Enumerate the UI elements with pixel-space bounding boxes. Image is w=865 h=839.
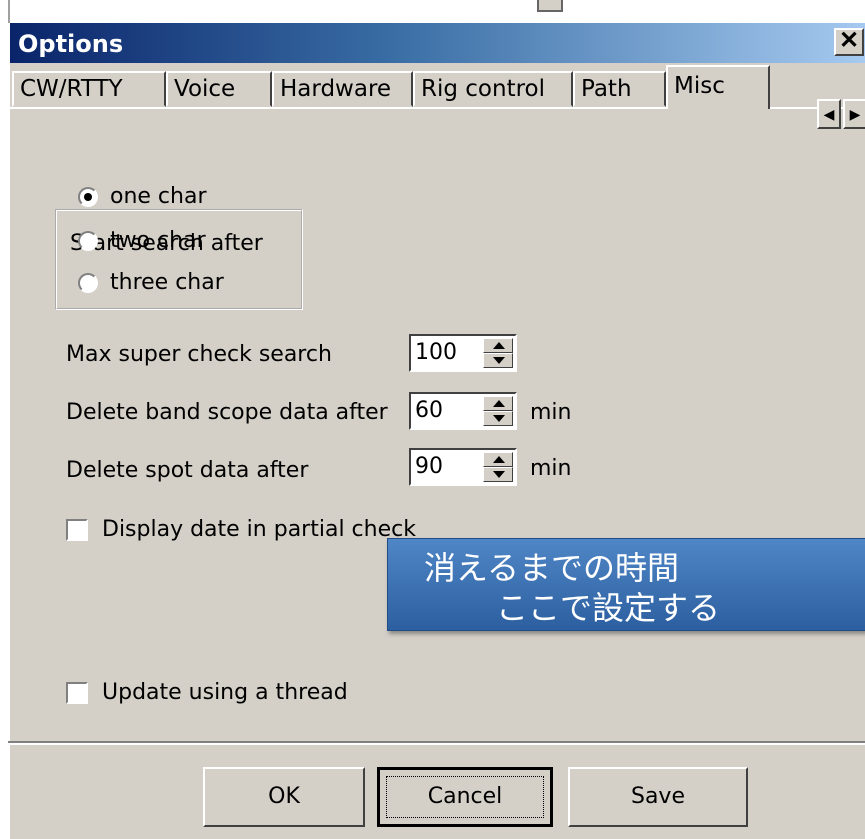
close-button[interactable]: ✕ (834, 28, 864, 56)
tab-cw-rtty[interactable]: CW/RTTY (12, 71, 166, 107)
radio-two-char[interactable]: two char (78, 228, 206, 253)
close-icon: ✕ (838, 27, 860, 54)
spinner-buttons[interactable] (483, 452, 513, 482)
spin-up-icon[interactable] (483, 396, 513, 411)
spinner-buttons[interactable] (483, 396, 513, 426)
tab-hardware[interactable]: Hardware (272, 71, 413, 107)
radio-circle (78, 230, 98, 251)
callout-line-2: ここで設定する (496, 589, 721, 627)
arrow-right-icon[interactable]: ▶ (843, 99, 865, 129)
cancel-button[interactable]: Cancel (377, 767, 553, 827)
tab-voice[interactable]: Voice (166, 71, 272, 107)
spin-up-icon[interactable] (483, 338, 513, 353)
spin-down-icon[interactable] (483, 411, 513, 426)
arrow-left-icon[interactable]: ◀ (817, 99, 841, 129)
focus-rect (386, 776, 544, 818)
spin-down-icon[interactable] (483, 353, 513, 368)
spot-data-spinner[interactable]: 90 (409, 448, 517, 486)
checkbox-box (66, 518, 88, 541)
background-grip (537, 0, 563, 12)
tab-scroll-arrows: ◀ ▶ (817, 99, 865, 129)
radio-three-char[interactable]: three char (78, 270, 224, 295)
window-edge (8, 0, 10, 23)
max-super-check-value[interactable]: 100 (415, 340, 457, 365)
max-super-check-spinner[interactable]: 100 (409, 334, 517, 372)
band-scope-unit: min (530, 400, 572, 425)
title-bar[interactable]: Options ✕ (10, 23, 865, 63)
update-thread-checkbox[interactable]: Update using a thread (66, 680, 348, 705)
tab-misc[interactable]: Misc (666, 65, 770, 109)
radio-one-char[interactable]: one char (78, 184, 207, 209)
tab-path[interactable]: Path (573, 71, 666, 107)
band-scope-spinner[interactable]: 60 (409, 392, 517, 430)
spot-data-value[interactable]: 90 (415, 454, 443, 479)
radio-circle (78, 186, 98, 207)
display-date-checkbox[interactable]: Display date in partial check (66, 517, 416, 542)
annotation-callout: 消えるまでの時間 ここで設定する (387, 538, 865, 631)
tab-strip: CW/RTTY Voice Hardware Rig control Path … (10, 65, 865, 129)
spinner-buttons[interactable] (483, 338, 513, 368)
save-button[interactable]: Save (568, 767, 748, 827)
radio-circle (78, 272, 98, 293)
options-dialog: Options ✕ CW/RTTY Voice Hardware Rig con… (8, 23, 865, 839)
band-scope-value[interactable]: 60 (415, 398, 443, 423)
background-strip (0, 0, 865, 23)
tab-rig-control[interactable]: Rig control (413, 71, 573, 107)
spot-data-label: Delete spot data after (66, 458, 309, 483)
spin-up-icon[interactable] (483, 452, 513, 467)
checkbox-box (66, 681, 88, 704)
max-super-check-label: Max super check search (66, 342, 332, 367)
spot-data-unit: min (530, 456, 572, 481)
window-title: Options (18, 30, 124, 58)
spin-down-icon[interactable] (483, 467, 513, 482)
ok-button[interactable]: OK (203, 767, 365, 827)
band-scope-label: Delete band scope data after (66, 400, 388, 425)
footer-separator (8, 741, 865, 745)
